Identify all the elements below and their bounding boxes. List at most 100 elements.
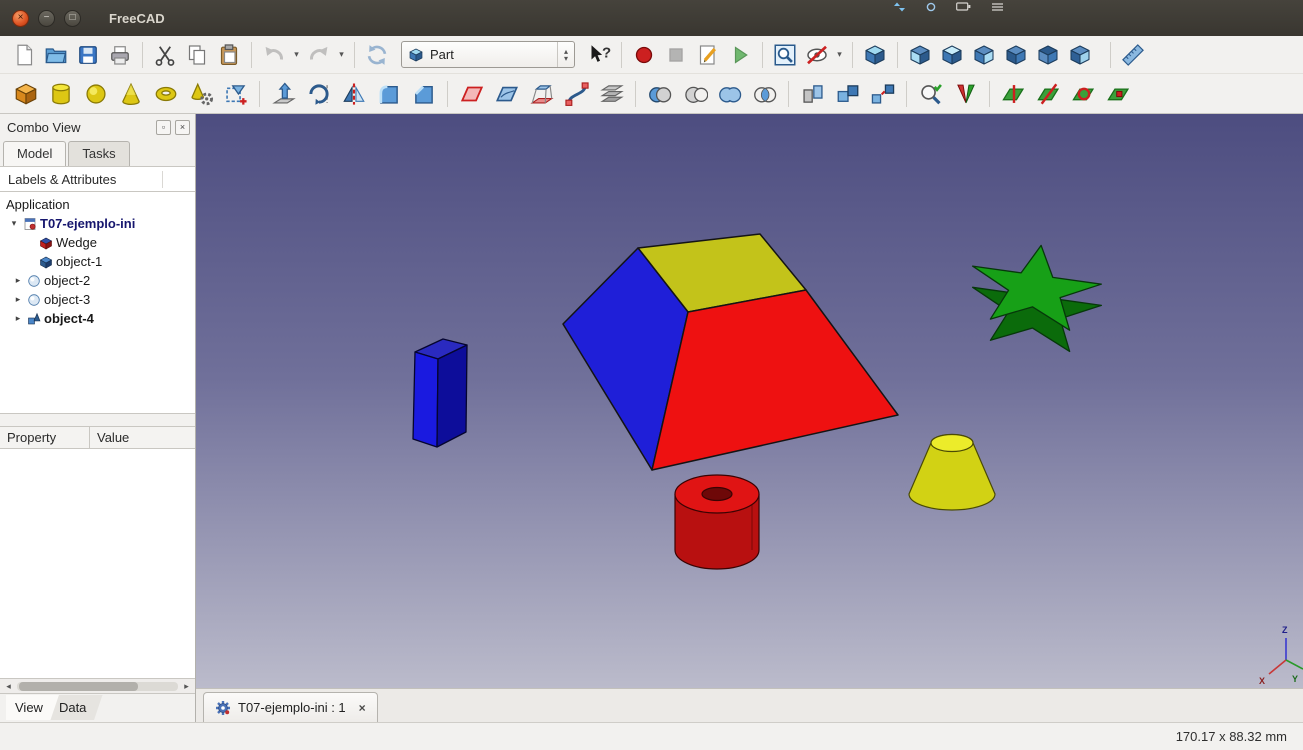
chamfer-button[interactable] [406, 76, 441, 111]
part-primitives-button[interactable] [183, 76, 218, 111]
view-axonometric-button[interactable] [859, 39, 891, 71]
object-blue-box[interactable] [413, 339, 467, 447]
box-zoom-button[interactable] [769, 39, 801, 71]
boolean-fragments-button[interactable] [948, 76, 983, 111]
save-document-button[interactable] [72, 39, 104, 71]
macro-edit-button[interactable] [692, 39, 724, 71]
view-top-button[interactable] [936, 39, 968, 71]
macro-stop-button[interactable] [660, 39, 692, 71]
scroll-right-button[interactable]: ▸ [180, 681, 193, 692]
tree-row-object-1[interactable]: object-1 [0, 252, 195, 271]
print-button[interactable] [104, 39, 136, 71]
macro-record-button[interactable] [628, 39, 660, 71]
revolve-button[interactable] [301, 76, 336, 111]
object-green-star[interactable] [963, 236, 1109, 355]
cross-sections-button[interactable] [594, 76, 629, 111]
slice-button[interactable] [1031, 76, 1066, 111]
expander-closed-icon[interactable]: ▸ [12, 294, 24, 305]
view-rear-button[interactable] [1000, 39, 1032, 71]
ruled-surface-button[interactable] [489, 76, 524, 111]
explode-compound-button[interactable] [865, 76, 900, 111]
macro-execute-button[interactable] [724, 39, 756, 71]
tab-view[interactable]: View [6, 695, 59, 720]
panel-float-button[interactable]: ▫ [156, 120, 171, 135]
close-tab-icon[interactable]: × [359, 701, 366, 715]
part-box-button[interactable] [8, 76, 43, 111]
xor-button[interactable] [1066, 76, 1101, 111]
make-face-button[interactable] [454, 76, 489, 111]
defeaturing-button[interactable] [1101, 76, 1136, 111]
make-compound-button[interactable] [830, 76, 865, 111]
tree-row-document[interactable]: ▾ T07-ejemplo-ini [0, 214, 195, 233]
property-table-header[interactable]: Property Value [0, 426, 195, 449]
part-sphere-button[interactable] [78, 76, 113, 111]
object-red-tube[interactable] [675, 475, 759, 569]
window-minimize-button[interactable]: − [38, 10, 55, 27]
view-front-button[interactable] [904, 39, 936, 71]
tab-tasks[interactable]: Tasks [68, 141, 129, 166]
boolean-union-button[interactable] [712, 76, 747, 111]
undo-dropdown[interactable]: ▾ [290, 39, 303, 71]
open-document-button[interactable] [40, 39, 72, 71]
redo-dropdown[interactable]: ▾ [335, 39, 348, 71]
undo-button[interactable] [258, 39, 290, 71]
workbench-selector[interactable]: Part ▴ ▾ [401, 41, 575, 68]
combobox-spinner[interactable]: ▴ ▾ [557, 42, 574, 67]
fillet-button[interactable] [371, 76, 406, 111]
tree-row-object-2[interactable]: ▸ object-2 [0, 271, 195, 290]
object-yellow-cone[interactable] [909, 435, 995, 511]
slice-apart-button[interactable] [996, 76, 1031, 111]
part-cone-button[interactable] [113, 76, 148, 111]
panel-close-button[interactable]: × [175, 120, 190, 135]
view-left-button[interactable] [1064, 39, 1096, 71]
tree-row-object-4[interactable]: ▸ object-4 [0, 309, 195, 328]
tree-column-header[interactable]: Labels & Attributes [0, 167, 195, 192]
property-table-body[interactable] [0, 449, 195, 679]
expander-closed-icon[interactable]: ▸ [12, 313, 24, 324]
redo-button[interactable] [303, 39, 335, 71]
shape-builder-button[interactable] [218, 76, 253, 111]
combo-view-header[interactable]: Combo View ▫ × [0, 114, 195, 140]
check-geometry-button[interactable] [913, 76, 948, 111]
draw-style-button[interactable] [801, 39, 833, 71]
scrollbar-thumb[interactable] [19, 682, 138, 691]
boolean-button[interactable] [642, 76, 677, 111]
copy-button[interactable] [181, 39, 213, 71]
expander-open-icon[interactable]: ▾ [8, 218, 20, 229]
tree-row-object-3[interactable]: ▸ object-3 [0, 290, 195, 309]
window-maximize-button[interactable]: □ [64, 10, 81, 27]
3d-scene[interactable]: Z X Y [196, 114, 1303, 688]
view-bottom-button[interactable] [1032, 39, 1064, 71]
paste-button[interactable] [213, 39, 245, 71]
object-wedge-pyramid[interactable] [563, 234, 898, 470]
join-connect-button[interactable] [795, 76, 830, 111]
new-document-button[interactable] [8, 39, 40, 71]
extrude-button[interactable] [266, 76, 301, 111]
draw-style-dropdown[interactable]: ▾ [833, 39, 846, 71]
view-right-button[interactable] [968, 39, 1000, 71]
loft-button[interactable] [524, 76, 559, 111]
model-tree[interactable]: Application ▾ T07-ejemplo-ini Wedge obje… [0, 192, 195, 414]
refresh-button[interactable] [361, 39, 393, 71]
scroll-left-button[interactable]: ◂ [2, 681, 15, 692]
part-torus-button[interactable] [148, 76, 183, 111]
tree-row-application[interactable]: Application [0, 195, 195, 214]
window-close-button[interactable]: × [12, 10, 29, 27]
sweep-button[interactable] [559, 76, 594, 111]
tree-row-wedge[interactable]: Wedge [0, 233, 195, 252]
panel-splitter[interactable] [0, 414, 195, 426]
expander-closed-icon[interactable]: ▸ [12, 275, 24, 286]
tab-data[interactable]: Data [50, 695, 102, 720]
boolean-cut-button[interactable] [677, 76, 712, 111]
cut-button[interactable] [149, 39, 181, 71]
3d-viewport[interactable]: Z X Y [196, 114, 1303, 688]
tab-model[interactable]: Model [3, 141, 66, 166]
horizontal-scrollbar[interactable]: ◂ ▸ [0, 679, 195, 694]
part-cylinder-button[interactable] [43, 76, 78, 111]
boolean-intersection-button[interactable] [747, 76, 782, 111]
measure-distance-button[interactable] [1117, 39, 1149, 71]
titlebar[interactable]: × − □ FreeCAD [0, 0, 1303, 36]
scrollbar-track[interactable] [17, 682, 178, 691]
mirror-button[interactable] [336, 76, 371, 111]
document-tab[interactable]: T07-ejemplo-ini : 1 × [203, 692, 378, 722]
